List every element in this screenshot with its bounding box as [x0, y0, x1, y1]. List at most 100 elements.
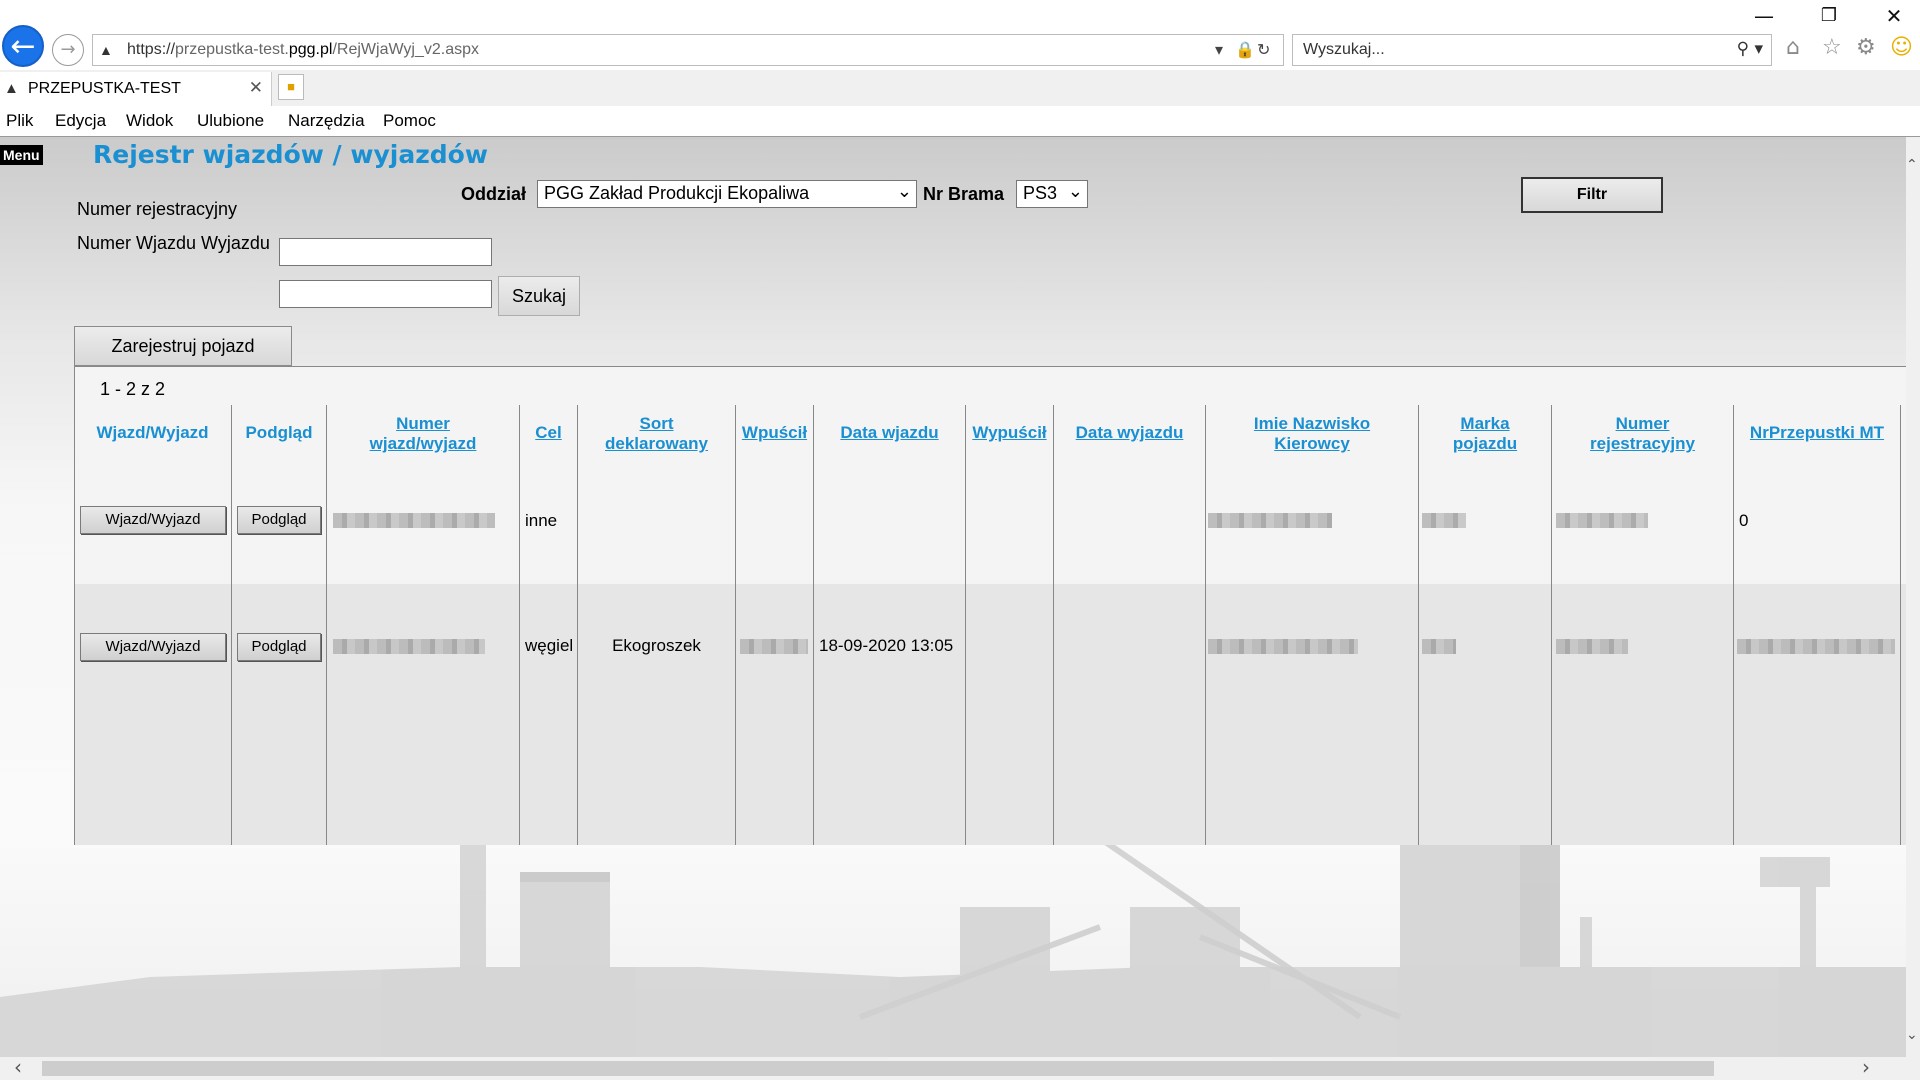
column-divider [1551, 405, 1552, 845]
header-marka-sort[interactable]: Marka pojazdu [1419, 414, 1551, 454]
header-podglad: Podgląd [245, 423, 313, 442]
column-divider [231, 405, 232, 845]
lock-icon[interactable]: 🔒 [1235, 40, 1255, 59]
column-divider [1733, 405, 1734, 845]
horizontal-scroll-thumb[interactable] [42, 1061, 1714, 1076]
menu-narzedzia[interactable]: Narzędzia [288, 111, 365, 131]
header-numer-wjazd-sort[interactable]: Numer wjazd/wyjazd [327, 414, 519, 454]
scroll-down-icon[interactable]: ⌄ [1906, 1027, 1918, 1043]
brama-select[interactable]: PS3 ⌄ [1016, 180, 1088, 208]
row2-nr-rej-redacted [1556, 639, 1628, 654]
tab-close-icon[interactable]: ✕ [249, 78, 263, 98]
menu-ulubione[interactable]: Ulubione [197, 111, 264, 131]
menu-bar: Plik Edycja Widok Ulubione Narzędzia Pom… [0, 106, 1920, 137]
brama-selected-value: PS3 [1023, 183, 1058, 203]
search-button[interactable]: Szukaj [498, 276, 580, 316]
feedback-smiley-icon[interactable]: ☺ [1890, 35, 1913, 60]
address-bar[interactable]: ▲ https://przepustka-test.pgg.pl/RejWjaW… [92, 34, 1284, 66]
scroll-right-icon[interactable]: › [1862, 1055, 1870, 1079]
row2-wjazd-wyjazd-button[interactable]: Wjazd/Wyjazd [80, 633, 226, 661]
row1-podglad-button[interactable]: Podgląd [237, 506, 321, 534]
row1-numer-redacted [333, 513, 495, 528]
menu-edycja[interactable]: Edycja [55, 111, 106, 131]
forward-button[interactable]: → [52, 34, 84, 66]
header-nr-przepustki-sort[interactable]: NrPrzepustki MT [1734, 423, 1900, 443]
pager-info: 1 - 2 z 2 [100, 379, 166, 399]
scroll-left-icon[interactable]: ‹ [14, 1055, 22, 1079]
tab-przepustka[interactable]: ▲ PRZEPUSTKA-TEST ✕ [0, 72, 272, 106]
entry-number-label: Numer Wjazdu Wyjazdu [77, 233, 270, 253]
column-divider [1205, 405, 1206, 845]
column-divider [326, 405, 327, 845]
column-divider [1418, 405, 1419, 845]
title-bar: — ❐ ✕ [0, 0, 1920, 32]
oddzial-select[interactable]: PGG Zakład Produkcji Ekopaliwa ⌄ [537, 180, 917, 208]
address-dropdown-icon[interactable]: ▾ [1215, 40, 1223, 59]
menu-plik[interactable]: Plik [6, 111, 33, 131]
row2-sort: Ekogroszek [612, 636, 701, 655]
header-sort-line2: deklarowany [605, 434, 708, 453]
horizontal-scrollbar[interactable]: ‹ › [0, 1055, 1920, 1080]
header-wpuscil-sort[interactable]: Wpuścił [736, 423, 813, 443]
favorites-star-icon[interactable]: ☆ [1822, 35, 1842, 60]
header-marka-line2: pojazdu [1452, 434, 1518, 453]
column-divider [965, 405, 966, 845]
column-divider [577, 405, 578, 845]
search-input[interactable]: Wyszukaj... [1303, 41, 1385, 59]
row2-cel: węgiel [525, 636, 574, 655]
table-row-alt-background [75, 584, 1906, 845]
scroll-up-icon[interactable]: ⌃ [1906, 157, 1918, 173]
row1-cel: inne [525, 511, 558, 530]
settings-gear-icon[interactable]: ⚙ [1856, 35, 1876, 60]
row2-data-wjazdu: 18-09-2020 13:05 [819, 636, 954, 655]
row2-marka-redacted [1422, 639, 1456, 654]
row2-nr-przepustki-redacted [1737, 639, 1895, 654]
header-cel-sort[interactable]: Cel [520, 423, 577, 443]
menu-widok[interactable]: Widok [126, 111, 173, 131]
url-text[interactable]: https://przepustka-test.pgg.pl/RejWjaWyj… [127, 41, 479, 59]
column-divider [813, 405, 814, 845]
menu-toggle[interactable]: Menu [0, 145, 43, 165]
header-sort-line1: Sort [639, 414, 674, 433]
new-tab-button[interactable]: ■ [278, 74, 304, 100]
search-icon[interactable]: ⚲ ▾ [1737, 39, 1763, 59]
header-wypuscil-sort[interactable]: Wypuścił [966, 423, 1053, 443]
oddzial-label: Oddział [461, 184, 527, 204]
minimize-button[interactable]: — [1741, 2, 1787, 30]
header-marka-line1: Marka [1460, 414, 1510, 433]
reg-number-input[interactable] [279, 238, 492, 266]
header-sort-deklarowany-sort[interactable]: Sort deklarowany [578, 414, 735, 454]
row1-nr-przepustki: 0 [1739, 511, 1749, 530]
column-divider [735, 405, 736, 845]
row2-podglad-button[interactable]: Podgląd [237, 633, 321, 661]
vertical-scrollbar[interactable]: ⌃ ⌄ [1906, 137, 1920, 1057]
header-kierowca-sort[interactable]: Imie Nazwisko Kierowcy [1206, 414, 1418, 454]
home-icon[interactable]: ⌂ [1786, 35, 1800, 60]
refresh-icon[interactable]: ↻ [1257, 40, 1270, 59]
header-data-wyjazdu-sort[interactable]: Data wyjazdu [1054, 423, 1205, 443]
filtr-button[interactable]: Filtr [1521, 177, 1663, 213]
entry-number-input[interactable] [279, 280, 492, 308]
row1-wjazd-wyjazd-button[interactable]: Wjazd/Wyjazd [80, 506, 226, 534]
close-window-button[interactable]: ✕ [1871, 2, 1917, 30]
header-kierowca-line2: Kierowcy [1274, 434, 1350, 453]
row1-marka-redacted [1422, 513, 1466, 528]
tab-favicon-icon: ▲ [4, 80, 19, 97]
header-data-wjazdu-sort[interactable]: Data wjazdu [814, 423, 965, 443]
header-nr-rej-line1: Numer [1615, 414, 1670, 433]
chevron-down-icon: ⌄ [1067, 181, 1083, 202]
header-numer-line1: Numer [396, 414, 450, 433]
search-box[interactable]: Wyszukaj... ⚲ ▾ [1292, 34, 1772, 66]
reg-number-label: Numer rejestracyjny [77, 199, 238, 219]
row2-wpuscil-redacted [740, 639, 808, 654]
row2-kierowca-redacted [1208, 639, 1358, 654]
menu-pomoc[interactable]: Pomoc [383, 111, 436, 131]
row1-nr-rej-redacted [1556, 513, 1648, 528]
header-nr-rej-sort[interactable]: Numer rejestracyjny [1552, 414, 1733, 454]
chevron-down-icon: ⌄ [896, 181, 912, 202]
register-vehicle-button[interactable]: Zarejestruj pojazd [74, 326, 292, 366]
back-button[interactable]: ← [2, 25, 44, 67]
page-viewport: Menu Rejestr wjazdów / wyjazdów Oddział … [0, 137, 1906, 1057]
restore-button[interactable]: ❐ [1806, 2, 1852, 30]
brama-label: Nr Brama [923, 184, 1005, 204]
